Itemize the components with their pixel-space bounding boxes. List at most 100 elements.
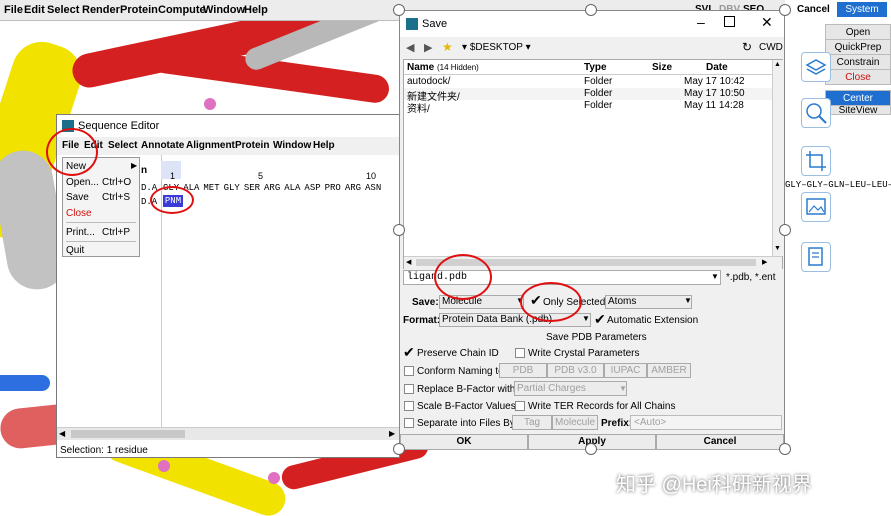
file-filter[interactable]: *.pdb, *.ent [726,272,775,283]
menu-edit[interactable]: Edit [24,4,45,16]
menu-item-open[interactable]: Open... Ctrl+O [63,175,139,190]
close-icon[interactable]: ✕ [761,14,773,31]
partial-charges-select[interactable]: Partial Charges ▼ [514,381,627,396]
document-icon[interactable] [801,242,831,272]
col-size[interactable]: Size [652,62,672,73]
naming-pdbv3-button[interactable]: PDB v3.0 [547,363,604,378]
menu-item-save[interactable]: Save Ctrl+S [63,190,139,205]
scroll-left-icon[interactable]: ◀ [59,429,65,438]
molecule-button[interactable]: Molecule [552,415,598,430]
naming-pdb-button[interactable]: PDB [499,363,547,378]
minimize-icon[interactable]: – [697,14,705,30]
resize-handle[interactable] [393,224,405,236]
write-ter-checkbox[interactable] [515,401,525,411]
tag-button[interactable]: Tag [512,415,552,430]
format-label: Format: [403,315,441,326]
write-crystal-checkbox[interactable] [515,348,525,358]
menu-compute[interactable]: Compute [158,4,206,16]
resize-handle[interactable] [585,443,597,455]
scroll-up-icon[interactable]: ▲ [774,61,781,68]
constrain-button[interactable]: Constrain [825,54,891,70]
scale-bfactor-checkbox[interactable] [404,401,414,411]
system-button[interactable]: System [837,2,887,17]
col-type[interactable]: Type [584,62,607,73]
status-bar: Selection: 1 residue [60,445,148,456]
menu-protein[interactable]: Protein [120,4,158,16]
residue[interactable]: ARG [264,183,280,193]
residue[interactable]: MET [203,183,219,193]
menu-select[interactable]: Select [47,4,79,16]
file-row[interactable]: 资料/ Folder May 11 14:28 [404,100,772,115]
residue[interactable]: PRO [325,183,341,193]
horizontal-scrollbar[interactable]: ◀ ▶ [57,427,399,440]
file-list-header: Name (14 Hidden) Type Size Date [404,60,772,75]
seq-menu-protein[interactable]: Protein [235,140,269,151]
residue[interactable]: GLY [224,183,240,193]
right-sequence-text: GLY–GLY–GLN–LEU–LEU– [785,180,891,190]
siteview-button[interactable]: SiteView [825,105,891,115]
image-icon[interactable] [801,192,831,222]
resize-handle[interactable] [779,443,791,455]
chevron-down-icon[interactable]: ▼ [711,272,719,281]
resize-handle[interactable] [779,224,791,236]
col-date[interactable]: Date [706,62,728,73]
resize-handle[interactable] [393,4,405,16]
refresh-icon[interactable]: ↻ [742,40,752,54]
menu-item-print[interactable]: Print... Ctrl+P [63,225,139,240]
scrollbar-thumb[interactable] [71,430,185,438]
seq-menu-select[interactable]: Select [108,140,137,151]
seq-menu-annotate[interactable]: Annotate [141,140,184,151]
residue[interactable]: ASP [304,183,320,193]
quickprep-button[interactable]: QuickPrep [825,39,891,55]
open-button[interactable]: Open [825,24,891,40]
menu-item-quit[interactable]: Quit [63,243,139,258]
seq-menu-help[interactable]: Help [313,140,335,151]
zoom-icon[interactable] [801,98,831,128]
maximize-icon[interactable] [724,16,735,27]
residue[interactable]: ASN [365,183,381,193]
resize-handle[interactable] [585,4,597,16]
cwd-button[interactable]: CWD [759,42,783,53]
scroll-left-icon[interactable]: ◀ [406,258,411,266]
layers-icon[interactable] [801,52,831,82]
conform-naming-checkbox[interactable] [404,366,414,376]
auto-extension-checkbox[interactable]: ✔ [594,311,606,328]
menu-file[interactable]: File [4,4,23,16]
seq-menu-alignment[interactable]: Alignment [186,140,235,151]
center-button[interactable]: Center [825,90,891,106]
menu-window[interactable]: Window [203,4,245,16]
prefix-input[interactable]: <Auto> [630,415,782,430]
naming-amber-button[interactable]: AMBER [647,363,691,378]
cancel-button[interactable]: Cancel [656,434,784,450]
seq-menu-window[interactable]: Window [273,140,311,151]
favorites-star-icon[interactable]: ★ [442,40,453,54]
chain-header: n [141,165,148,176]
residue[interactable]: ALA [284,183,300,193]
crop-icon[interactable] [801,146,831,176]
forward-arrow-icon[interactable]: ▶ [424,41,432,54]
file-row[interactable]: 新建文件夹/ Folder May 17 10:50 [404,88,772,103]
menu-help[interactable]: Help [244,4,268,16]
atoms-select[interactable]: Atoms ▼ [605,295,692,309]
file-row[interactable]: autodock/ Folder May 17 10:42 [404,76,772,88]
preserve-chain-checkbox[interactable]: ✔ [403,344,415,361]
back-arrow-icon[interactable]: ◀ [406,41,414,54]
col-name[interactable]: Name [407,62,434,73]
residue[interactable]: SER [244,183,260,193]
resize-handle[interactable] [393,443,405,455]
scroll-right-icon[interactable]: ▶ [389,429,395,438]
menu-render[interactable]: Render [82,4,120,16]
cancel-link[interactable]: Cancel [797,4,830,15]
naming-iupac-button[interactable]: IUPAC [604,363,647,378]
resize-handle[interactable] [779,4,791,16]
close-button[interactable]: Close [825,69,891,85]
separate-files-checkbox[interactable] [404,418,414,428]
annotation-circle [520,282,582,322]
path-dropdown[interactable]: ▾ $DESKTOP ▾ [462,42,531,53]
residue[interactable]: ARG [345,183,361,193]
replace-bfactor-checkbox[interactable] [404,384,414,394]
scroll-down-icon[interactable]: ▼ [774,245,781,252]
menu-item-close[interactable]: Close [63,206,139,221]
scroll-right-icon[interactable]: ▶ [762,258,767,266]
ok-button[interactable]: OK [400,434,528,450]
